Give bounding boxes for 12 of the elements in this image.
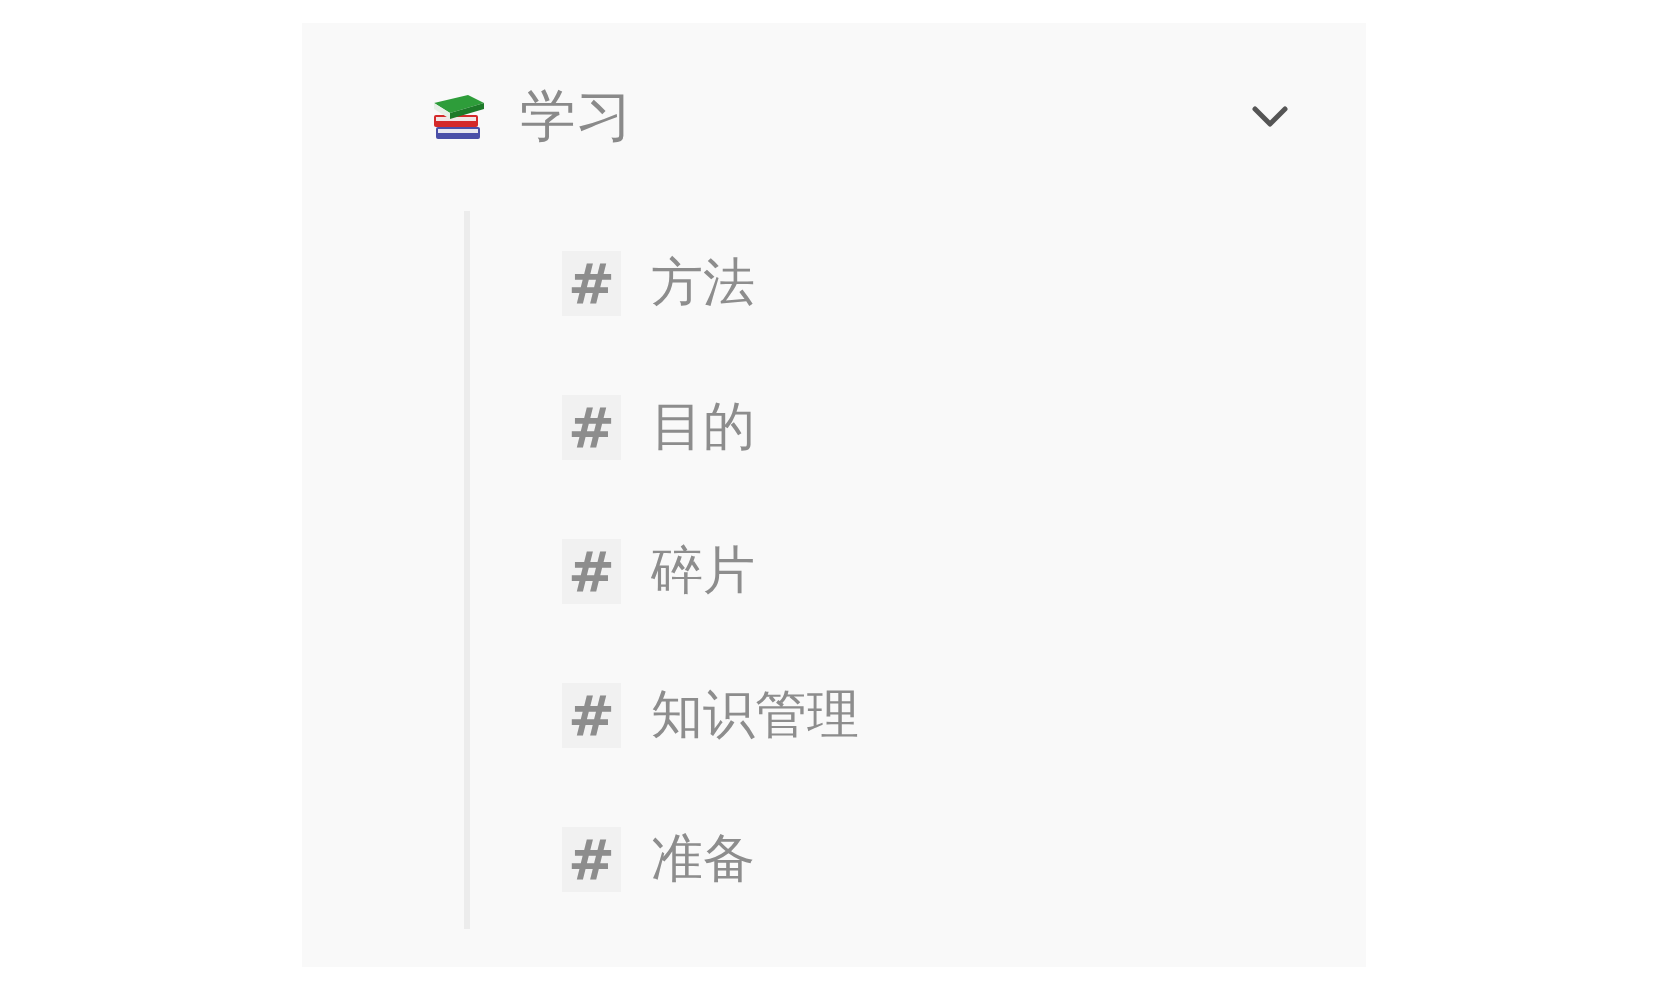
hash-tag: #	[562, 250, 621, 316]
channel-item[interactable]: 准备	[650, 824, 755, 894]
channel-item[interactable]: 方法	[650, 248, 755, 318]
chevron-icon[interactable]	[1252, 106, 1288, 128]
hash-tag: #	[562, 682, 621, 748]
group-title: 学习	[520, 82, 633, 150]
hash-tag: #	[562, 394, 621, 460]
channel-item[interactable]: 目的	[650, 392, 755, 462]
channel-item[interactable]: 碎片	[650, 536, 755, 606]
hash-tag: #	[562, 826, 621, 892]
hash-tag: #	[562, 538, 621, 604]
channel-item[interactable]: 知识管理	[650, 680, 859, 750]
